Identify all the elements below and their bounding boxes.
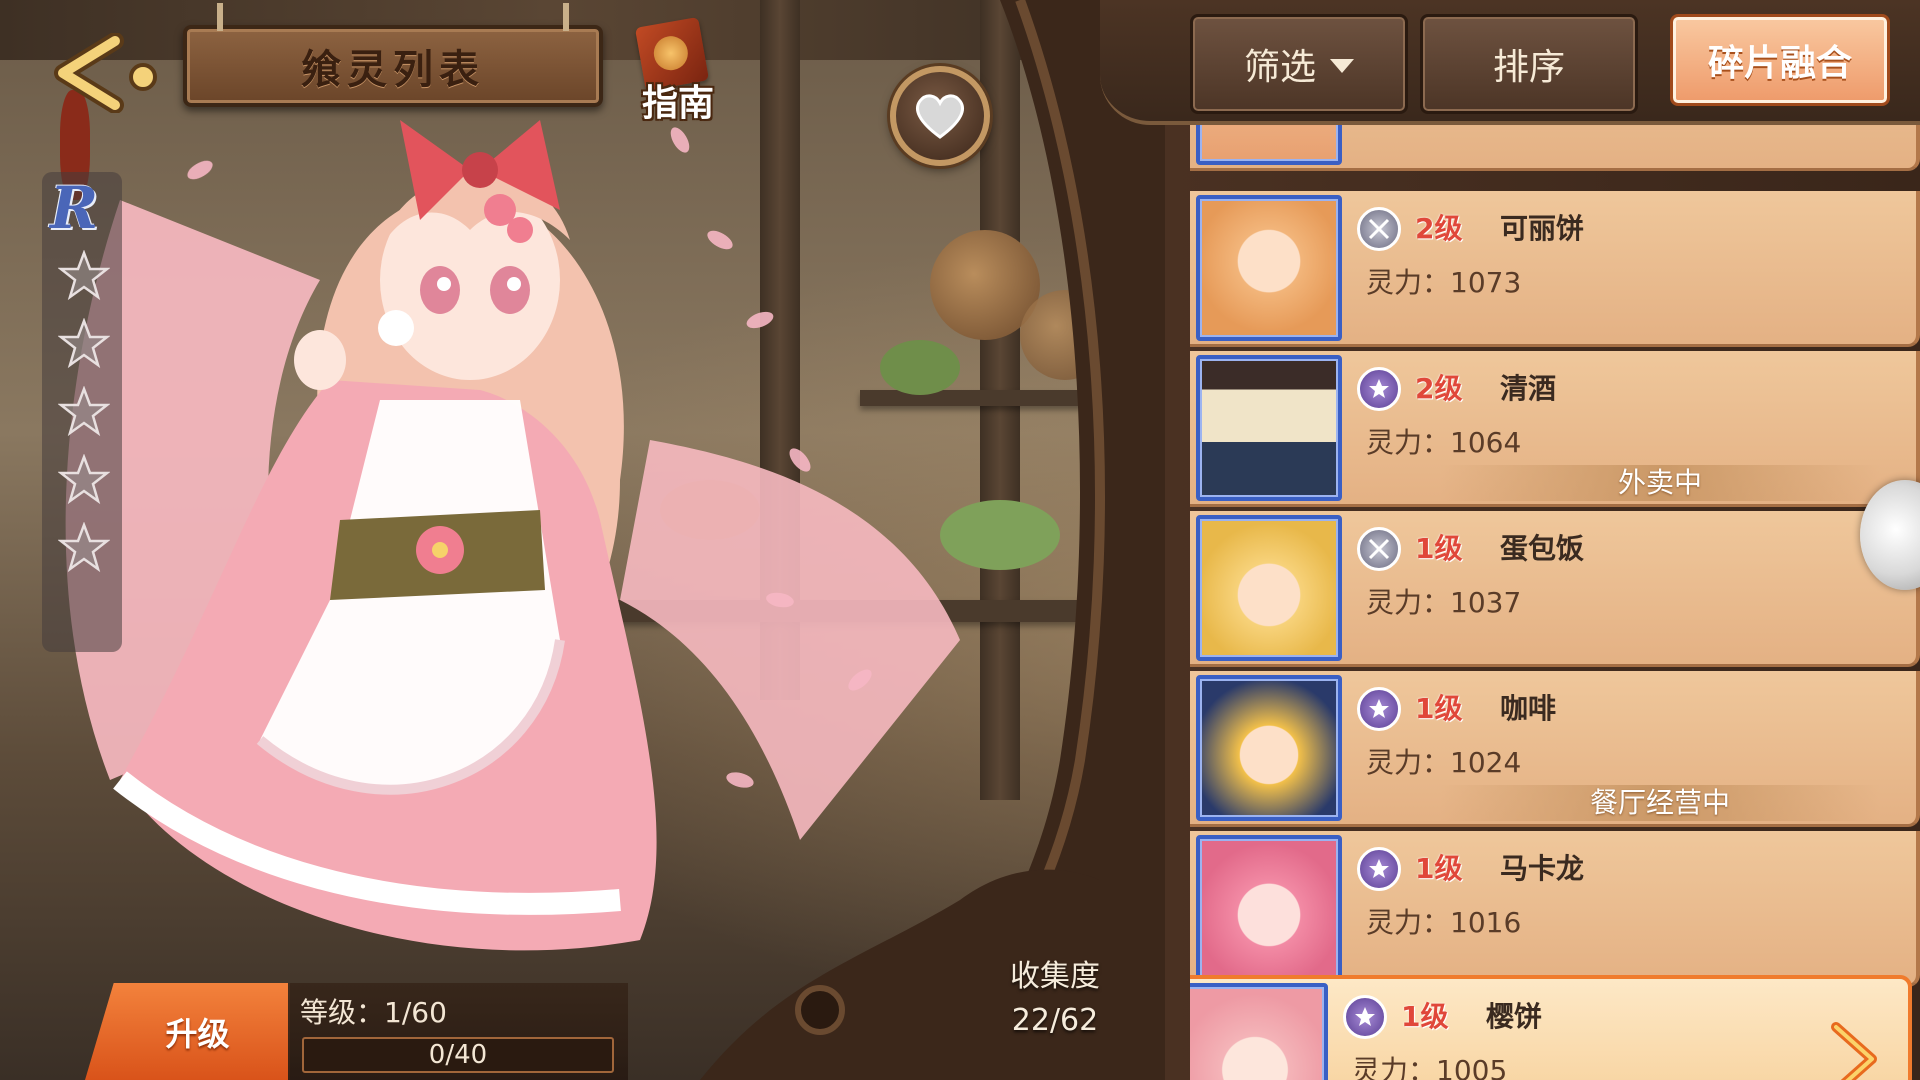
list-item[interactable]: 1级 蛋包饭 灵力：1037 — [1190, 511, 1920, 667]
page-title-plank: 飨灵列表 — [183, 3, 603, 107]
filter-label: 筛选 — [1243, 47, 1316, 88]
sword-class-icon — [1357, 527, 1401, 571]
page-title: 飨灵列表 — [301, 46, 485, 93]
list-item[interactable]: 2级 清酒 灵力：1064 外卖中 — [1190, 351, 1920, 507]
star-class-icon — [1357, 847, 1401, 891]
collection-label: 收集度 — [1010, 959, 1100, 994]
character-portrait — [1196, 515, 1342, 661]
star-class-icon — [1357, 687, 1401, 731]
card-name: 清酒 — [1500, 372, 1557, 405]
heart-icon — [916, 94, 964, 139]
star-class-icon — [1343, 995, 1387, 1039]
card-name: 可丽饼 — [1500, 212, 1585, 245]
upgrade-label: 升级 — [165, 1014, 230, 1053]
upgrade-button[interactable]: 升级 — [85, 983, 290, 1080]
filter-button[interactable]: 筛选 — [1190, 14, 1408, 114]
list-item-partial[interactable] — [1190, 125, 1920, 171]
guide-label: 指南 — [642, 83, 715, 124]
guide-button[interactable]: 指南 — [630, 16, 740, 124]
card-power: 灵力：1024 — [1366, 746, 1522, 779]
character-portrait — [1190, 983, 1328, 1080]
favorite-button[interactable] — [890, 66, 990, 166]
next-arrow-icon[interactable] — [1824, 1019, 1884, 1080]
character-list: 2级 可丽饼 灵力：1073 2级 清酒 灵力：1064 外卖中 1级 蛋包饭 … — [1190, 125, 1920, 1080]
sword-class-icon — [1357, 207, 1401, 251]
back-arrow-icon — [54, 32, 157, 113]
card-name: 咖啡 — [1500, 692, 1557, 725]
card-level: 1级 — [1401, 1000, 1449, 1033]
fragment-fusion-button[interactable]: 碎片融合 — [1670, 14, 1890, 106]
exp-text: 0/40 — [428, 1040, 488, 1070]
card-level: 2级 — [1415, 372, 1463, 405]
back-button[interactable] — [45, 30, 165, 115]
card-name: 马卡龙 — [1500, 852, 1585, 885]
star-icon — [58, 386, 110, 437]
card-power: 灵力：1005 — [1352, 1054, 1508, 1080]
star-icon — [58, 250, 110, 301]
collection-progress: 收集度 22/62 — [975, 955, 1135, 1043]
card-level: 1级 — [1415, 532, 1463, 565]
sort-label: 排序 — [1492, 47, 1565, 88]
card-name: 蛋包饭 — [1500, 532, 1585, 565]
status-badge: 外卖中 — [1440, 465, 1880, 501]
card-power: 灵力：1064 — [1366, 426, 1522, 459]
card-power: 灵力：1037 — [1366, 586, 1522, 619]
card-level: 2级 — [1415, 212, 1463, 245]
dropdown-icon — [1330, 59, 1354, 73]
level-text: 等级：1/60 — [300, 996, 447, 1029]
card-name: 樱饼 — [1486, 1000, 1543, 1033]
list-item[interactable]: 1级 咖啡 灵力：1024 餐厅经营中 — [1190, 671, 1920, 827]
card-power: 灵力：1016 — [1366, 906, 1522, 939]
character-portrait — [1196, 675, 1342, 821]
exp-progress-bar: 0/40 — [302, 1037, 614, 1073]
star-class-icon — [1357, 367, 1401, 411]
character-portrait — [1196, 125, 1342, 165]
star-icon — [58, 522, 110, 573]
list-item[interactable]: 2级 可丽饼 灵力：1073 — [1190, 191, 1920, 347]
collection-value: 22/62 — [1011, 1003, 1099, 1038]
star-icon — [58, 454, 110, 505]
character-portrait — [1196, 195, 1342, 341]
sort-button[interactable]: 排序 — [1420, 14, 1638, 114]
rarity-r-icon: R — [50, 174, 99, 242]
list-item[interactable]: 1级 马卡龙 灵力：1016 — [1190, 831, 1920, 987]
character-portrait — [1196, 835, 1342, 981]
character-portrait — [1196, 355, 1342, 501]
card-level: 1级 — [1415, 852, 1463, 885]
fuse-label: 碎片融合 — [1707, 43, 1852, 84]
list-item-selected[interactable]: 1级 樱饼 灵力：1005 — [1190, 975, 1912, 1080]
card-level: 1级 — [1415, 692, 1463, 725]
rarity-panel: R — [42, 172, 122, 652]
star-icon — [58, 318, 110, 369]
character-illustration — [65, 120, 960, 951]
status-badge: 餐厅经营中 — [1440, 785, 1880, 821]
level-panel: 等级：1/60 0/40 — [288, 983, 628, 1080]
card-power: 灵力：1073 — [1366, 266, 1522, 299]
